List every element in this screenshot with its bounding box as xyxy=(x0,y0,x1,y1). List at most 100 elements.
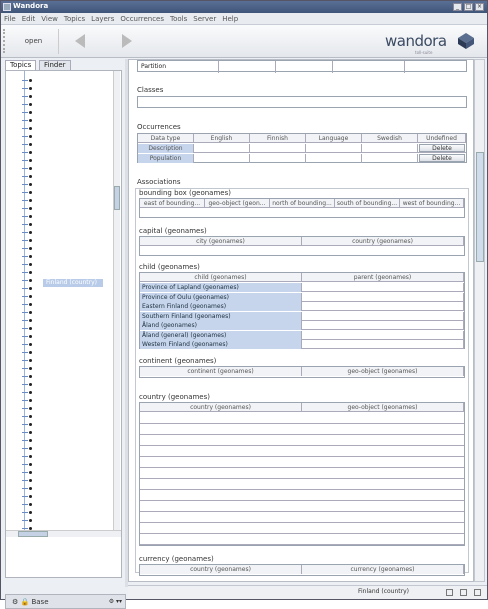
table-cell[interactable] xyxy=(306,154,362,163)
tree-node[interactable] xyxy=(22,517,34,525)
tree-node[interactable] xyxy=(22,509,34,517)
column-header[interactable]: country (geonames) xyxy=(140,565,302,574)
tree-node[interactable] xyxy=(22,477,34,485)
tree-node[interactable] xyxy=(22,349,34,357)
tree-node[interactable] xyxy=(22,405,34,413)
child-cell[interactable]: Eastern Finland (geonames) xyxy=(140,302,302,311)
maximize-button[interactable]: □ xyxy=(464,3,473,11)
table-row[interactable] xyxy=(140,446,464,457)
tree-vertical-scrollbar[interactable] xyxy=(113,71,120,531)
tree-node[interactable] xyxy=(22,157,34,165)
parent-cell[interactable] xyxy=(302,330,464,340)
toolbar-grip[interactable] xyxy=(3,29,7,53)
table-cell[interactable] xyxy=(250,154,306,163)
table-row[interactable] xyxy=(140,479,464,490)
delete-button[interactable]: Delete xyxy=(419,144,465,152)
tree-node[interactable] xyxy=(22,429,34,437)
tree-node[interactable] xyxy=(22,293,34,301)
table-cell[interactable] xyxy=(362,154,418,163)
child-cell[interactable]: Åland (general) (geonames) xyxy=(140,330,302,340)
save-icon[interactable] xyxy=(446,589,453,596)
delete-button[interactable]: Delete xyxy=(419,154,465,162)
column-header[interactable]: Swedish xyxy=(362,134,418,143)
tree-node[interactable] xyxy=(22,197,34,205)
table-row[interactable] xyxy=(140,424,464,435)
tree-node[interactable] xyxy=(22,245,34,253)
tree-node[interactable] xyxy=(22,237,34,245)
tree-node[interactable] xyxy=(22,101,34,109)
tree-node[interactable] xyxy=(22,269,34,277)
table-row[interactable] xyxy=(140,457,464,468)
table-cell[interactable] xyxy=(250,144,306,153)
tree-node[interactable] xyxy=(22,205,34,213)
tree-node[interactable] xyxy=(22,389,34,397)
table-row[interactable] xyxy=(140,468,464,479)
column-header[interactable]: child (geonames) xyxy=(140,273,302,282)
menu-topics[interactable]: Topics xyxy=(61,13,88,23)
forward-arrow-icon[interactable] xyxy=(122,34,132,48)
tree-node[interactable] xyxy=(22,469,34,477)
tree-node[interactable] xyxy=(22,357,34,365)
tree-node[interactable] xyxy=(22,365,34,373)
tree-node[interactable] xyxy=(22,253,34,261)
column-header[interactable]: country (geonames) xyxy=(302,237,464,246)
tree-node[interactable] xyxy=(22,413,34,421)
menu-edit[interactable]: Edit xyxy=(19,13,39,23)
tree-node[interactable] xyxy=(22,445,34,453)
tree-node[interactable] xyxy=(22,381,34,389)
tree-node[interactable] xyxy=(22,309,34,317)
minimize-button[interactable]: _ xyxy=(453,3,462,11)
column-header[interactable]: north of bounding... xyxy=(270,199,335,208)
table-row[interactable] xyxy=(140,413,464,424)
child-cell[interactable]: Southern Finland (geonames) xyxy=(140,311,302,321)
menu-server[interactable]: Server xyxy=(190,13,219,23)
tab-finder[interactable]: Finder xyxy=(39,60,71,70)
column-header[interactable]: parent (geonames) xyxy=(302,273,464,282)
parent-cell[interactable] xyxy=(302,292,464,302)
panel-vertical-scrollbar[interactable] xyxy=(474,59,485,582)
table-row[interactable] xyxy=(140,501,464,512)
tree-node[interactable] xyxy=(22,133,34,141)
occurrence-type[interactable]: Description xyxy=(138,144,194,153)
table-row[interactable] xyxy=(140,435,464,446)
tree-node[interactable] xyxy=(22,85,34,93)
open-button[interactable]: open xyxy=(9,29,59,54)
tree-node[interactable] xyxy=(22,125,34,133)
table-row[interactable] xyxy=(140,534,464,545)
close-button[interactable]: × xyxy=(475,3,484,11)
menu-occurrences[interactable]: Occurrences xyxy=(117,13,167,23)
classes-box[interactable] xyxy=(137,96,467,108)
column-header[interactable]: continent (geonames) xyxy=(140,367,302,376)
menu-help[interactable]: Help xyxy=(219,13,241,23)
tree-node[interactable] xyxy=(22,165,34,173)
parent-cell[interactable] xyxy=(302,283,464,292)
scroll-thumb[interactable] xyxy=(18,531,48,537)
tree-node[interactable] xyxy=(22,437,34,445)
print-icon[interactable] xyxy=(460,589,467,596)
tree-node[interactable] xyxy=(22,333,34,341)
tree-node[interactable] xyxy=(22,301,34,309)
column-header[interactable]: country (geonames) xyxy=(140,403,302,412)
occurrence-type[interactable]: Population xyxy=(138,154,194,163)
tree-node[interactable] xyxy=(22,485,34,493)
table-cell[interactable] xyxy=(306,144,362,153)
tree-node[interactable] xyxy=(22,341,34,349)
tree-node[interactable] xyxy=(22,149,34,157)
column-header[interactable]: Finnish xyxy=(250,134,306,143)
child-cell[interactable]: Province of Oulu (geonames) xyxy=(140,292,302,302)
child-cell[interactable]: Western Finland (geonames) xyxy=(140,340,302,349)
parent-cell[interactable] xyxy=(302,340,464,349)
column-header[interactable]: east of bounding... xyxy=(140,199,205,208)
base-dock[interactable]: ⚙ 🔒 Base ⚙ ▾▾ xyxy=(5,594,126,609)
tree-node[interactable] xyxy=(22,229,34,237)
tree-node[interactable] xyxy=(22,213,34,221)
tree-node[interactable] xyxy=(22,141,34,149)
column-header[interactable]: Data type xyxy=(138,134,194,143)
tree-node[interactable] xyxy=(22,421,34,429)
parent-cell[interactable] xyxy=(302,302,464,311)
parent-cell[interactable] xyxy=(302,311,464,321)
table-row[interactable] xyxy=(140,490,464,501)
table-row[interactable] xyxy=(140,523,464,534)
title-bar[interactable]: Wandora _ □ × xyxy=(1,1,487,13)
column-header[interactable]: geo-object (geon... xyxy=(205,199,270,208)
